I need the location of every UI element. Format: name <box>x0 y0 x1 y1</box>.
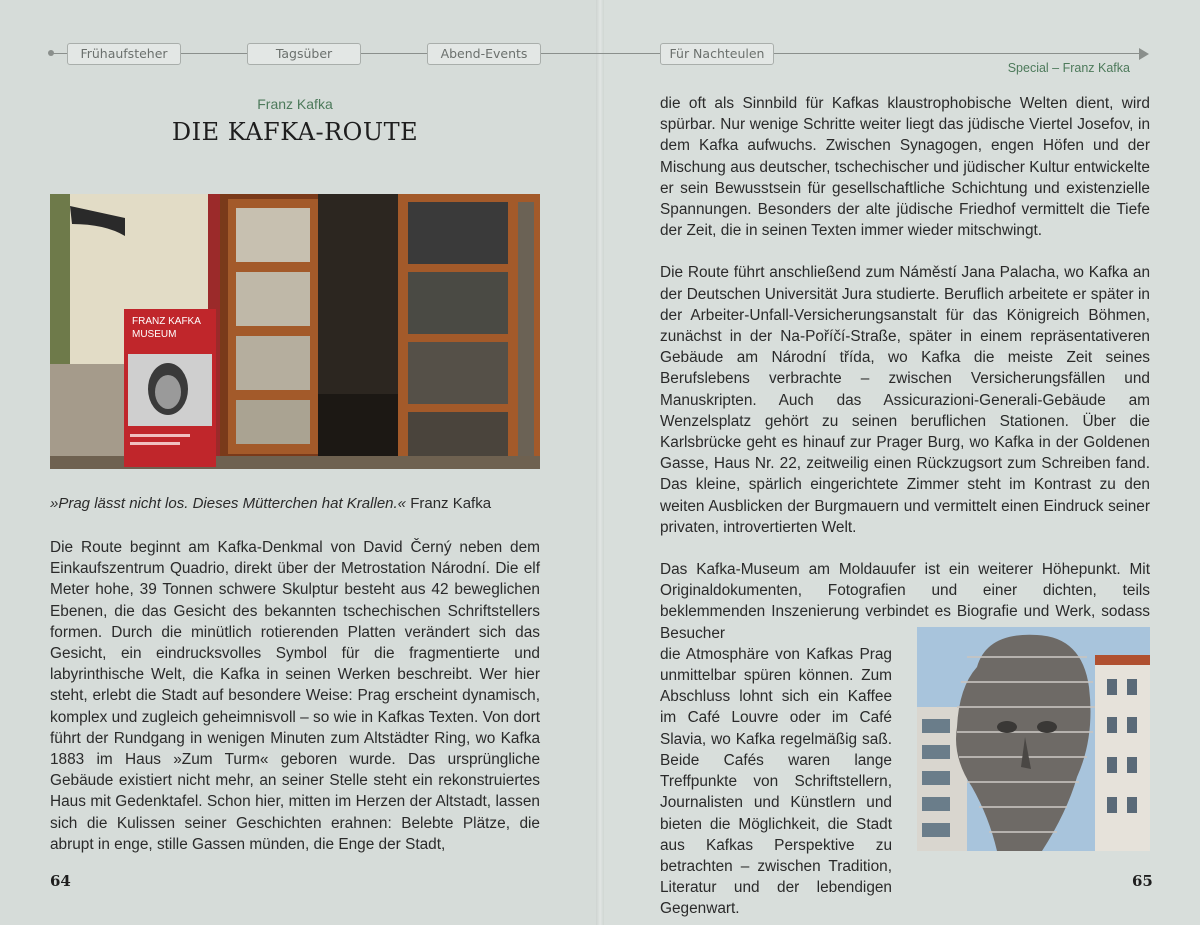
timeline-tag-evening: Abend-Events <box>427 43 541 65</box>
body-paragraph: Die Route führt anschließend zum Náměstí… <box>660 264 1150 536</box>
kicker: Franz Kafka <box>257 96 333 112</box>
museum-entrance-photo: FRANZ KAFKA MUSEUM <box>50 194 540 469</box>
kafka-head-sculpture-photo <box>917 627 1150 851</box>
left-column: Die Route beginnt am Kafka-Denkmal von D… <box>50 537 540 855</box>
quote: »Prag lässt nicht los. Dieses Mütterchen… <box>50 495 550 512</box>
sign-text-line1: FRANZ KAFKA <box>132 316 201 327</box>
timeline-tag-morning: Frühaufsteher <box>67 43 181 65</box>
timeline-tag-night: Für Nachteulen <box>660 43 774 65</box>
timeline-start-dot-icon <box>48 50 54 56</box>
body-paragraph-narrow: die Atmosphäre von Kafkas Prag unmittelb… <box>660 645 892 918</box>
book-gutter <box>596 0 604 925</box>
sign-text-line2: MUSEUM <box>132 329 176 340</box>
timeline-tag-daytime: Tagsüber <box>247 43 361 65</box>
quote-author: Franz Kafka <box>410 495 492 512</box>
timeline-arrow-icon <box>1139 48 1149 60</box>
section-label: Special – Franz Kafka <box>1007 61 1130 75</box>
page-number-right: 65 <box>1132 872 1153 890</box>
page-number-left: 64 <box>50 872 71 890</box>
quote-text: »Prag lässt nicht los. Dieses Mütterchen… <box>50 495 407 512</box>
body-paragraph: Die Route beginnt am Kafka-Denkmal von D… <box>50 539 540 853</box>
timeline-line <box>52 53 1144 54</box>
body-paragraph: die oft als Sinnbild für Kafkas klaustro… <box>660 95 1150 240</box>
page-title: DIE KAFKA-ROUTE <box>171 118 419 146</box>
